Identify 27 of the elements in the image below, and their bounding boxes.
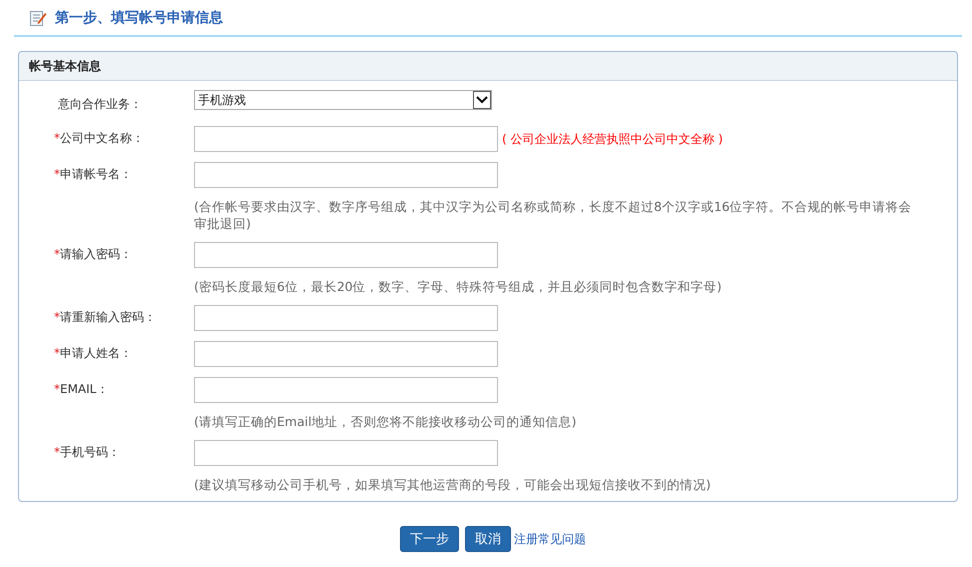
field-label: *公司中文名称：: [54, 131, 144, 145]
help-link[interactable]: 注册常见问题: [514, 530, 586, 548]
input-field[interactable]: [194, 242, 498, 268]
field-note: (建议填写移动公司手机号，如果填写其他运营商的号段，可能会出现短信接收不到的情况): [194, 476, 712, 493]
field-label: *申请人姓名：: [54, 346, 132, 360]
input-field[interactable]: [194, 341, 498, 367]
field-hint: ( 公司企业法人经营执照中公司中文全称 ): [502, 130, 723, 148]
panel-header: 帐号基本信息: [19, 52, 957, 81]
field-note: (合作帐号要求由汉字、数字序号组成，其中汉字为公司名称或简称，长度不超过8个汉字或16位字符。不合规的帐号申请将会审批退回): [194, 198, 913, 232]
field-label: 意向合作业务：: [58, 97, 142, 111]
field-label: *请输入密码：: [54, 247, 132, 261]
input-field[interactable]: [194, 305, 498, 331]
input-field[interactable]: [194, 377, 498, 403]
field-label: *EMAIL：: [54, 382, 108, 396]
action-button[interactable]: 下一步: [400, 526, 459, 552]
input-field[interactable]: [194, 126, 498, 152]
field-label: *申请帐号名：: [54, 167, 132, 181]
dropdown[interactable]: 手机游戏: [194, 90, 492, 110]
field-note: (请填写正确的Email地址，否则您将不能接收移动公司的通知信息): [194, 413, 578, 430]
pencil-note-icon: [29, 9, 47, 27]
page-title: 第一步、填写帐号申请信息: [55, 9, 223, 27]
input-field[interactable]: [194, 162, 498, 188]
action-button[interactable]: 取消: [465, 526, 511, 552]
input-field[interactable]: [194, 440, 498, 466]
field-label: *请重新输入密码：: [54, 310, 156, 324]
field-label: *手机号码：: [54, 445, 120, 459]
field-note: (密码长度最短6位，最长20位，数字、字母、特殊符号组成，并且必须同时包含数字和字母): [194, 278, 723, 295]
